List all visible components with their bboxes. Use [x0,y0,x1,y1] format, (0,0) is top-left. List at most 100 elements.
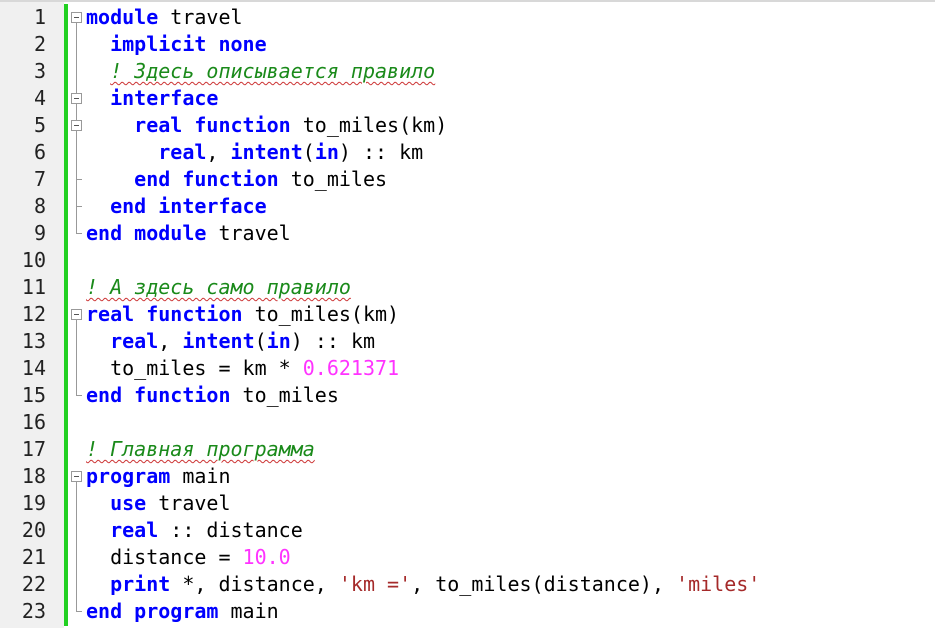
code-text[interactable]: end function to_miles [86,166,387,193]
code-text[interactable]: end function to_miles [86,382,339,409]
line-number: 4 [33,86,46,110]
fold-guide-line [71,328,83,355]
line-number: 2 [33,32,46,56]
code-text[interactable]: real, intent(in) :: km [86,139,423,166]
code-text[interactable]: ! Главная программа [86,436,315,463]
number-token: 0.621371 [302,356,400,380]
fold-toggle-icon[interactable] [71,112,83,139]
code-line[interactable]: 22 print *, distance, 'km =', to_miles(d… [0,571,935,598]
code-line[interactable]: 9 end module travel [0,220,935,247]
code-line[interactable]: 10 [0,247,935,274]
code-line[interactable]: 5 real function to_miles(km) [0,112,935,139]
text-token: ( [302,140,315,164]
keyword-token: print [110,572,171,596]
code-line[interactable]: 21 distance = 10.0 [0,544,935,571]
code-text[interactable]: program main [86,463,231,490]
code-text[interactable]: real :: distance [86,517,303,544]
code-text[interactable]: to_miles = km * 0.621371 [86,355,399,382]
code-line[interactable]: 23 end program main [0,598,935,625]
editor-top-border [0,0,935,2]
code-line[interactable]: 15 end function to_miles [0,382,935,409]
fold-guide-line [71,490,83,517]
code-text[interactable]: ! Здесь описывается правило [86,58,435,85]
line-number: 1 [33,5,46,29]
code-text[interactable]: ! А здесь само правило [86,274,351,301]
line-number: 9 [33,221,46,245]
text-token: , to_miles(distance), [411,572,677,596]
comment-token: ! Здесь описывается правило [110,59,436,83]
fold-toggle-icon[interactable] [71,85,83,112]
code-text[interactable]: use travel [86,490,231,517]
line-number: 23 [21,599,46,623]
code-line[interactable]: 16 [0,409,935,436]
code-text[interactable]: print *, distance, 'km =', to_miles(dist… [86,571,760,598]
text-token: travel [158,5,243,29]
code-line[interactable]: 2 implicit none [0,31,935,58]
fold-toggle-icon[interactable] [71,463,83,490]
code-text[interactable]: end module travel [86,220,291,247]
text-token: travel [146,491,231,515]
text-token: travel [206,221,291,245]
code-line[interactable]: 4 interface [0,85,935,112]
code-line[interactable]: 14 to_miles = km * 0.621371 [0,355,935,382]
code-line[interactable]: 3 ! Здесь описывается правило [0,58,935,85]
keyword-token: end interface [110,194,267,218]
text-token: to_miles [230,383,339,407]
code-text[interactable]: real function to_miles(km) [86,301,399,328]
keyword-token: intent [230,140,303,164]
text-token: distance = [86,545,243,569]
code-text[interactable]: end program main [86,598,279,625]
text-token: main [170,464,231,488]
code-line[interactable]: 1 module travel [0,4,935,31]
code-text[interactable]: end interface [86,193,267,220]
fold-guide-line [71,139,83,166]
code-line[interactable]: 12 real function to_miles(km) [0,301,935,328]
code-line[interactable]: 18 program main [0,463,935,490]
code-line[interactable]: 11 ! А здесь само правило [0,274,935,301]
keyword-token: in [314,140,339,164]
code-line[interactable]: 8 end interface [0,193,935,220]
code-line[interactable]: 7 end function to_miles [0,166,935,193]
code-text[interactable]: real function to_miles(km) [86,112,447,139]
fold-guide-line [71,220,83,247]
code-text[interactable]: distance = 10.0 [86,544,291,571]
code-line[interactable]: 17 ! Главная программа [0,436,935,463]
code-line[interactable]: 19 use travel [0,490,935,517]
keyword-token: module [86,5,159,29]
keyword-token: use [110,491,147,515]
code-text[interactable]: implicit none [86,31,267,58]
text-token: *, distance, [170,572,339,596]
fold-guide-line [71,193,83,220]
line-number: 19 [21,491,46,515]
fold-guide-line [71,31,83,58]
line-number: 13 [21,329,46,353]
text-token: ) :: km [290,329,376,353]
keyword-token: end module [86,221,207,245]
code-text[interactable]: interface [86,85,218,112]
text-token: ( [254,329,267,353]
line-number: 16 [21,410,46,434]
code-line[interactable]: 20 real :: distance [0,517,935,544]
text-token: ) :: km [338,140,424,164]
code-text[interactable]: real, intent(in) :: km [86,328,375,355]
fold-guide-line [71,166,83,193]
code-line[interactable]: 13 real, intent(in) :: km [0,328,935,355]
fold-toggle-icon[interactable] [71,301,83,328]
keyword-token: end function [134,167,279,191]
line-number: 15 [21,383,46,407]
fold-guide-line [71,58,83,85]
code-line[interactable]: 6 real, intent(in) :: km [0,139,935,166]
comment-token: ! Главная программа [86,437,315,461]
code-text[interactable]: module travel [86,4,243,31]
fold-guide-line [71,571,83,598]
string-token: 'km =' [338,572,412,596]
fold-guide-line [71,544,83,571]
line-number: 7 [33,167,46,191]
fold-toggle-icon[interactable] [71,4,83,31]
fold-guide-line [71,598,83,625]
code-editor[interactable]: 1 module travel 2 implicit none 3 ! Здесь о… [0,0,935,628]
